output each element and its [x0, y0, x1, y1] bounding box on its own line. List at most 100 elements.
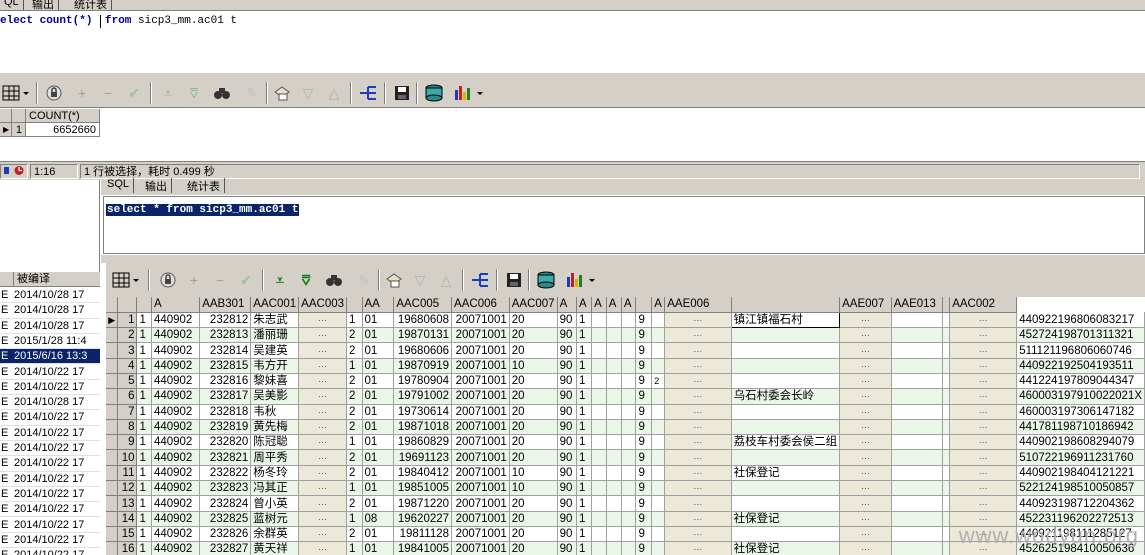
- left-panel-row[interactable]: E 2014/10/22 17: [0, 472, 100, 487]
- cell-ellipsis-button[interactable]: ···: [949, 312, 1018, 329]
- table-cell[interactable]: [591, 526, 607, 543]
- table-cell[interactable]: 232827: [199, 541, 252, 555]
- table-cell[interactable]: 01: [362, 327, 395, 344]
- table-cell[interactable]: 1: [576, 541, 593, 555]
- table-cell[interactable]: 1: [136, 526, 152, 543]
- table-row[interactable]: 9 1 440902 232820 陈冠聪 ··· 1 01 19860829 20071001 2…: [106, 434, 1145, 451]
- table-cell[interactable]: [621, 465, 637, 482]
- cell-ellipsis-button[interactable]: ···: [949, 358, 1018, 374]
- table-cell[interactable]: 2: [346, 526, 363, 543]
- left-panel-row[interactable]: E 2015/6/16 13:3: [0, 349, 100, 365]
- table-cell[interactable]: 1: [576, 465, 593, 482]
- cell-ellipsis-button[interactable]: ···: [839, 434, 892, 451]
- table-cell[interactable]: [606, 358, 622, 374]
- table-cell[interactable]: [621, 327, 637, 344]
- table-cell[interactable]: 19730614: [393, 404, 453, 420]
- clear-icon[interactable]: ✎: [354, 270, 374, 290]
- column-header[interactable]: A: [576, 297, 593, 313]
- cell-ellipsis-button[interactable]: ···: [298, 511, 348, 527]
- table-cell[interactable]: [591, 404, 607, 420]
- table-cell[interactable]: 20071001: [451, 480, 510, 497]
- table-cell[interactable]: 9: [635, 312, 653, 329]
- left-panel-row[interactable]: E 2014/10/22 17: [0, 441, 100, 457]
- cell-ellipsis-button[interactable]: ···: [664, 373, 732, 390]
- table-cell[interactable]: 19840412: [393, 465, 453, 482]
- table-cell[interactable]: 2: [346, 449, 363, 466]
- table-cell[interactable]: [606, 511, 622, 527]
- column-header[interactable]: AAC003: [298, 297, 348, 313]
- table-cell[interactable]: 20071001: [451, 541, 510, 555]
- column-header[interactable]: AAC001: [250, 297, 300, 313]
- column-header[interactable]: A: [591, 297, 607, 313]
- table-cell[interactable]: 440902: [151, 327, 201, 344]
- table-cell[interactable]: 2: [651, 373, 666, 390]
- table-cell[interactable]: 01: [362, 404, 395, 420]
- table-cell[interactable]: [731, 495, 841, 512]
- left-panel-row[interactable]: E 2014/10/22 17: [0, 487, 100, 503]
- table-cell[interactable]: 19870919: [393, 358, 453, 374]
- table-cell[interactable]: [942, 312, 951, 329]
- table-cell[interactable]: 01: [362, 526, 395, 543]
- table-cell[interactable]: 20: [509, 541, 558, 555]
- table-cell[interactable]: [651, 495, 666, 512]
- table-cell[interactable]: [621, 404, 637, 420]
- table-cell[interactable]: [942, 449, 951, 466]
- table-cell[interactable]: [731, 419, 841, 436]
- table-cell[interactable]: [651, 327, 666, 344]
- table-cell[interactable]: [621, 434, 637, 451]
- table-cell[interactable]: 9: [635, 526, 653, 543]
- cell-ellipsis-button[interactable]: ···: [664, 434, 732, 451]
- table-cell[interactable]: 10: [509, 480, 558, 497]
- table-cell[interactable]: 90: [557, 465, 578, 482]
- table-cell[interactable]: 1: [576, 342, 593, 359]
- table-cell[interactable]: 1: [576, 480, 593, 497]
- table-cell[interactable]: 韦秋: [250, 404, 300, 420]
- table-cell[interactable]: [606, 434, 622, 451]
- table-cell[interactable]: 08: [362, 511, 395, 527]
- previous-record-icon[interactable]: ▽: [298, 83, 318, 103]
- grid-view-dropdown-icon[interactable]: [110, 270, 142, 290]
- table-cell[interactable]: [942, 358, 951, 374]
- table-cell[interactable]: 90: [557, 526, 578, 543]
- table-cell[interactable]: 90: [557, 480, 578, 497]
- table-cell[interactable]: [942, 342, 951, 359]
- table-cell[interactable]: [606, 465, 622, 482]
- table-cell[interactable]: 20071001: [451, 434, 510, 451]
- table-cell[interactable]: [731, 449, 841, 466]
- table-cell[interactable]: 10: [509, 465, 558, 482]
- table-cell[interactable]: 440902: [151, 511, 201, 527]
- cell-ellipsis-button[interactable]: ···: [664, 526, 732, 543]
- table-cell[interactable]: [621, 419, 637, 436]
- column-header[interactable]: [635, 297, 653, 313]
- table-row[interactable]: 13 1 440902 232824 曾小英 ··· 2 01 19871220 20071001…: [106, 495, 1145, 512]
- table-cell[interactable]: [942, 404, 951, 420]
- table-cell[interactable]: 440902: [151, 342, 201, 359]
- table-cell[interactable]: 20: [509, 434, 558, 451]
- column-header[interactable]: A: [621, 297, 637, 313]
- cell-ellipsis-button[interactable]: ···: [664, 327, 732, 344]
- table-cell[interactable]: [891, 526, 943, 543]
- table-cell[interactable]: 20071001: [451, 449, 510, 466]
- table-cell[interactable]: 1: [346, 312, 363, 329]
- cell-ellipsis-button[interactable]: ···: [839, 342, 892, 359]
- table-cell[interactable]: [591, 388, 607, 405]
- table-cell[interactable]: [606, 480, 622, 497]
- cell-ellipsis-button[interactable]: ···: [298, 342, 348, 359]
- table-cell[interactable]: 1: [576, 511, 593, 527]
- column-header[interactable]: AAE013: [891, 297, 943, 313]
- table-cell[interactable]: [891, 373, 943, 390]
- column-header[interactable]: [346, 297, 363, 313]
- table-cell[interactable]: 440923198712204362: [1016, 495, 1145, 512]
- table-cell[interactable]: 1: [136, 541, 152, 555]
- table-cell[interactable]: [891, 312, 943, 329]
- left-panel-row[interactable]: E 2014/10/22 17: [0, 426, 100, 441]
- post-changes-icon[interactable]: ✔: [236, 270, 256, 290]
- table-cell[interactable]: 1: [136, 465, 152, 482]
- table-cell[interactable]: [891, 434, 943, 451]
- tab-stats-top[interactable]: 统计表: [70, 0, 112, 10]
- table-cell[interactable]: 20: [509, 327, 558, 344]
- table-cell[interactable]: 1: [576, 358, 593, 374]
- table-cell[interactable]: [891, 495, 943, 512]
- table-cell[interactable]: [942, 480, 951, 497]
- table-cell[interactable]: 20071001: [451, 358, 510, 374]
